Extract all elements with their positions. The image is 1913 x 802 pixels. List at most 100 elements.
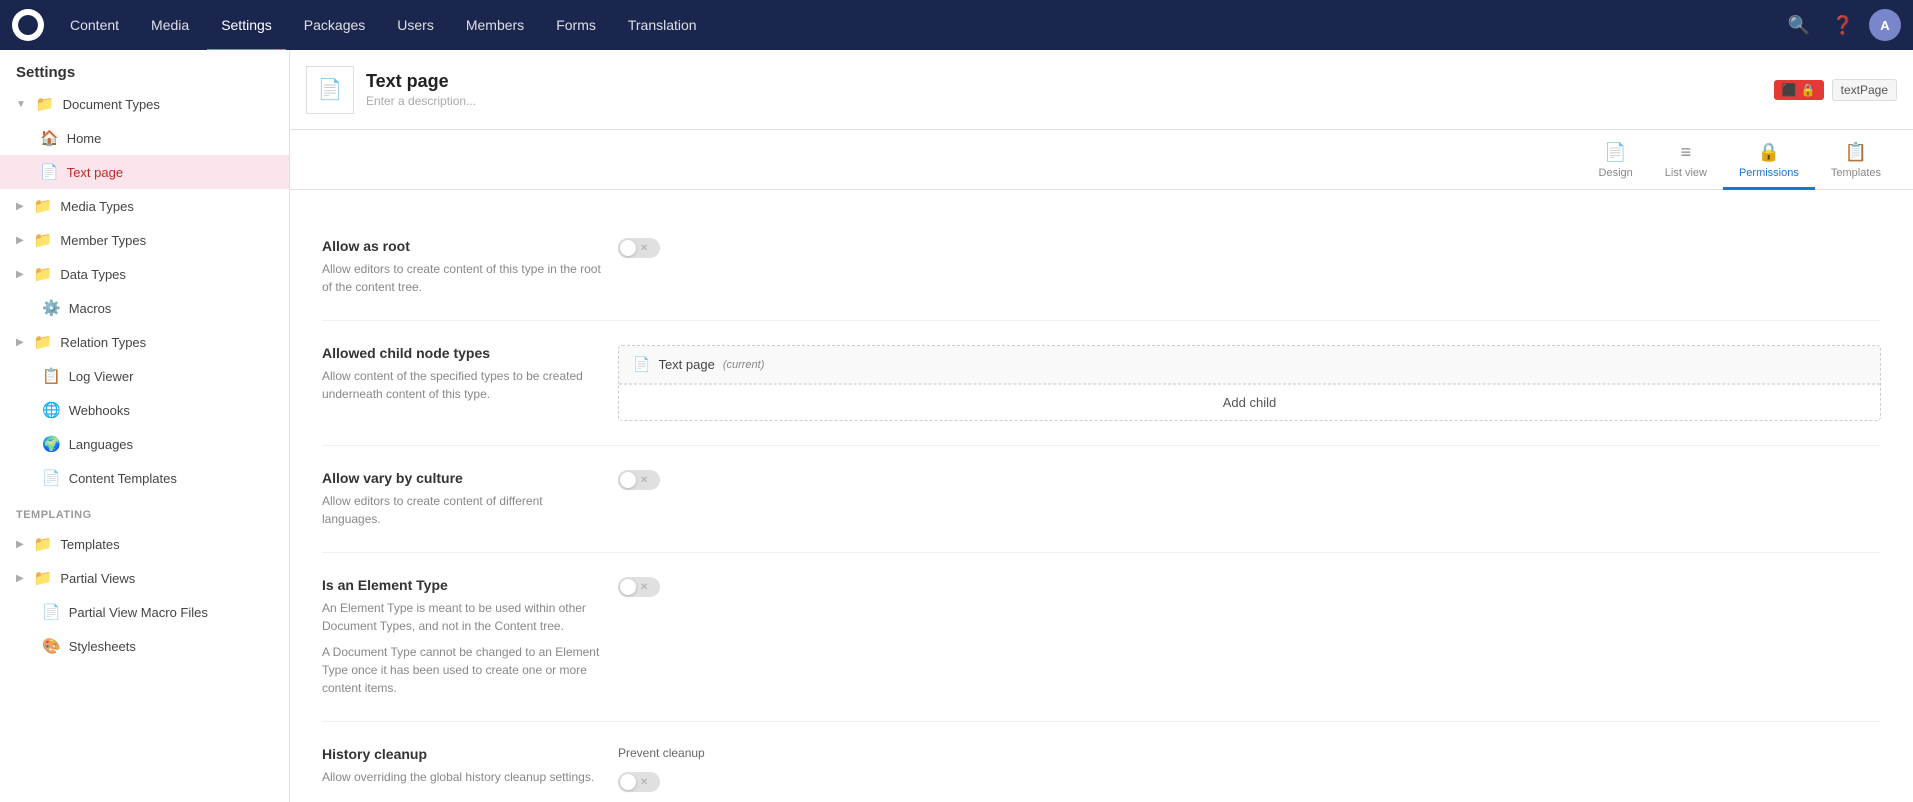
toggle-track[interactable]: ✕ xyxy=(618,470,660,490)
toggle-x-icon: ✕ xyxy=(640,777,648,788)
arrow-icon: ▶ xyxy=(16,573,24,584)
log-icon: 📋 xyxy=(42,367,61,385)
prevent-cleanup-dropdown-label: Prevent cleanup xyxy=(618,746,1881,760)
arrow-icon: ▶ xyxy=(16,235,24,246)
tab-list-view[interactable]: ≡ List view xyxy=(1649,134,1723,190)
webhooks-icon: 🌐 xyxy=(42,401,61,419)
allow-as-root-toggle[interactable]: ✕ xyxy=(618,238,660,258)
design-tab-icon: 📄 xyxy=(1604,142,1626,163)
tab-design[interactable]: 📄 Design xyxy=(1583,134,1649,190)
sidebar-item-partial-views[interactable]: ▶ 📁 Partial Views xyxy=(0,561,289,595)
history-cleanup-desc: Allow overriding the global history clea… xyxy=(322,768,602,786)
tab-list-view-label: List view xyxy=(1665,167,1707,179)
content-area: 📄 Text page Enter a description... ⬛ 🔒 t… xyxy=(290,50,1913,802)
sidebar-label-media-types: Media Types xyxy=(60,199,133,214)
arrow-icon: ▶ xyxy=(16,539,24,550)
nav-forms[interactable]: Forms xyxy=(542,2,610,52)
child-type-label: Text page xyxy=(658,357,714,372)
tab-bar: 📄 Design ≡ List view 🔒 Permissions 📋 Tem… xyxy=(290,130,1913,190)
macros-icon: ⚙️ xyxy=(42,299,61,317)
nav-translation[interactable]: Translation xyxy=(614,2,711,52)
sidebar-item-member-types[interactable]: ▶ 📁 Member Types xyxy=(0,223,289,257)
sidebar-label-templates: Templates xyxy=(60,537,119,552)
is-element-type-toggle[interactable]: ✕ xyxy=(618,577,660,597)
arrow-icon: ▶ xyxy=(16,337,24,348)
sidebar-label-webhooks: Webhooks xyxy=(69,403,130,418)
nav-members[interactable]: Members xyxy=(452,2,538,52)
sidebar-item-home[interactable]: 🏠 Home xyxy=(0,121,289,155)
alias-badge: ⬛ 🔒 xyxy=(1774,80,1824,100)
sidebar-item-log-viewer[interactable]: 📋 Log Viewer xyxy=(0,359,289,393)
avatar[interactable]: A xyxy=(1869,9,1901,41)
sidebar-label-home: Home xyxy=(67,131,102,146)
is-element-type-desc1: An Element Type is meant to be used with… xyxy=(322,599,602,635)
toggle-thumb xyxy=(620,472,636,488)
is-element-type-info: Is an Element Type An Element Type is me… xyxy=(322,577,602,697)
nav-users[interactable]: Users xyxy=(383,2,448,52)
sidebar-item-media-types[interactable]: ▶ 📁 Media Types xyxy=(0,189,289,223)
sidebar-item-stylesheets[interactable]: 🎨 Stylesheets xyxy=(0,629,289,663)
toggle-track[interactable]: ✕ xyxy=(618,772,660,792)
header-actions: ⬛ 🔒 textPage xyxy=(1774,79,1897,101)
tab-permissions-label: Permissions xyxy=(1739,167,1799,179)
toggle-track[interactable]: ✕ xyxy=(618,577,660,597)
allow-vary-info: Allow vary by culture Allow editors to c… xyxy=(322,470,602,528)
folder-icon: 📁 xyxy=(34,569,53,587)
list-view-tab-icon: ≡ xyxy=(1681,142,1692,163)
allowed-child-types-label: Allowed child node types xyxy=(322,345,602,361)
sidebar-item-text-page[interactable]: 📄 Text page xyxy=(0,155,289,189)
sidebar-label-partial-views: Partial Views xyxy=(60,571,135,586)
sidebar-item-macros[interactable]: ⚙️ Macros xyxy=(0,291,289,325)
prevent-cleanup-toggle[interactable]: ✕ xyxy=(618,772,1881,792)
nav-packages[interactable]: Packages xyxy=(290,2,379,52)
sidebar-item-data-types[interactable]: ▶ 📁 Data Types xyxy=(0,257,289,291)
tab-permissions[interactable]: 🔒 Permissions xyxy=(1723,134,1815,190)
history-cleanup-info: History cleanup Allow overriding the glo… xyxy=(322,746,602,792)
allowed-child-types-control: 📄 Text page (current) Add child xyxy=(618,345,1881,421)
allow-vary-label: Allow vary by culture xyxy=(322,470,602,486)
search-button[interactable]: 🔍 xyxy=(1781,7,1817,43)
folder-icon: 📁 xyxy=(34,333,53,351)
sidebar-label-content-templates: Content Templates xyxy=(69,471,177,486)
folder-icon: 📁 xyxy=(36,95,55,113)
tab-design-label: Design xyxy=(1599,167,1633,179)
nav-media[interactable]: Media xyxy=(137,2,203,52)
templates-tab-icon: 📋 xyxy=(1845,142,1867,163)
toggle-track[interactable]: ✕ xyxy=(618,238,660,258)
help-button[interactable]: ❓ xyxy=(1825,7,1861,43)
sidebar-label-macros: Macros xyxy=(69,301,112,316)
sidebar-item-languages[interactable]: 🌍 Languages xyxy=(0,427,289,461)
add-child-button[interactable]: Add child xyxy=(619,384,1880,420)
home-icon: 🏠 xyxy=(40,129,59,147)
nav-content[interactable]: Content xyxy=(56,2,133,52)
main-layout: Settings ▼ 📁 Document Types 🏠 Home 📄 Tex… xyxy=(0,50,1913,802)
sidebar-label-document-types: Document Types xyxy=(63,97,160,112)
sidebar-item-content-templates[interactable]: 📄 Content Templates xyxy=(0,461,289,495)
sidebar-item-partial-view-macro-files[interactable]: 📄 Partial View Macro Files xyxy=(0,595,289,629)
toggle-x-icon: ✕ xyxy=(640,243,648,254)
prevent-cleanup-wrap: Prevent cleanup ✕ xyxy=(618,746,1881,792)
folder-icon: 📁 xyxy=(34,265,53,283)
tab-templates[interactable]: 📋 Templates xyxy=(1815,134,1897,190)
sidebar-label-stylesheets: Stylesheets xyxy=(69,639,136,654)
sidebar-item-templates[interactable]: ▶ 📁 Templates xyxy=(0,527,289,561)
sidebar-item-webhooks[interactable]: 🌐 Webhooks xyxy=(0,393,289,427)
sidebar-item-relation-types[interactable]: ▶ 📁 Relation Types xyxy=(0,325,289,359)
logo[interactable] xyxy=(12,9,44,41)
header-description[interactable]: Enter a description... xyxy=(366,94,1762,108)
document-icon: 📄 xyxy=(40,163,59,181)
permissions-tab-icon: 🔒 xyxy=(1758,142,1780,163)
history-cleanup-label: History cleanup xyxy=(322,746,602,762)
folder-icon: 📁 xyxy=(34,231,53,249)
is-element-type-desc2: A Document Type cannot be changed to an … xyxy=(322,643,602,697)
nav-settings[interactable]: Settings xyxy=(207,2,286,52)
allowed-child-types-desc: Allow content of the specified types to … xyxy=(322,367,602,403)
arrow-icon: ▼ xyxy=(16,99,26,110)
sidebar-label-data-types: Data Types xyxy=(60,267,126,282)
sidebar: Settings ▼ 📁 Document Types 🏠 Home 📄 Tex… xyxy=(0,50,290,802)
allow-vary-toggle[interactable]: ✕ xyxy=(618,470,660,490)
sidebar-item-document-types[interactable]: ▼ 📁 Document Types xyxy=(0,87,289,121)
header-title: Text page xyxy=(366,71,1762,92)
tab-templates-label: Templates xyxy=(1831,167,1881,179)
top-navigation: Content Media Settings Packages Users Me… xyxy=(0,0,1913,50)
